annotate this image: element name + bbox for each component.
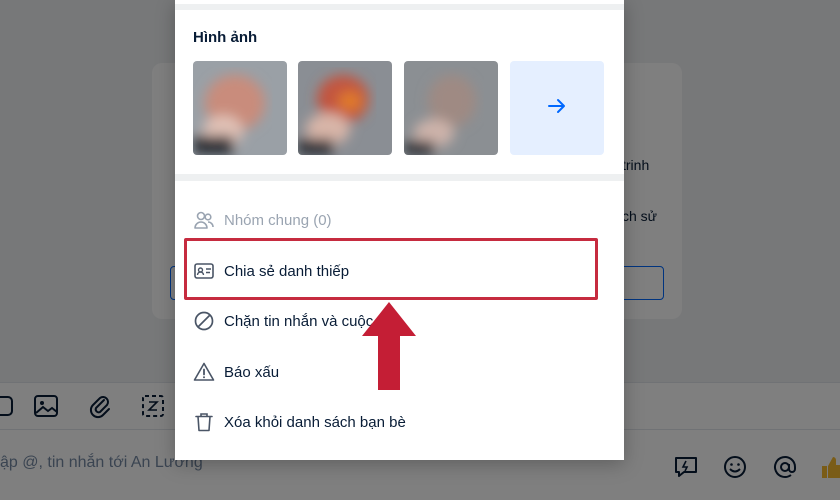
annotation-arrow-up-icon bbox=[362, 302, 416, 390]
media-thumbnail[interactable] bbox=[298, 61, 392, 155]
media-thumbnail[interactable] bbox=[193, 61, 287, 155]
block-icon bbox=[193, 310, 215, 332]
media-section-title: Hình ảnh bbox=[193, 29, 258, 46]
group-icon bbox=[193, 209, 215, 231]
menu-item-label: Xóa khỏi danh sách bạn bè bbox=[224, 413, 406, 431]
highlight-box bbox=[184, 238, 598, 300]
section-divider bbox=[175, 174, 624, 181]
menu-item-label: Báo xấu bbox=[224, 363, 280, 381]
menu-item-common-groups[interactable]: Nhóm chung (0) bbox=[175, 200, 624, 240]
menu-item-label: Nhóm chung (0) bbox=[224, 211, 332, 229]
warning-icon bbox=[193, 361, 215, 383]
panel-top-divider bbox=[175, 0, 624, 10]
media-thumbnail[interactable] bbox=[404, 61, 498, 155]
more-media-button[interactable] bbox=[510, 61, 604, 155]
arrow-right-icon bbox=[546, 95, 568, 122]
menu-item-remove-friend[interactable]: Xóa khỏi danh sách bạn bè bbox=[175, 402, 624, 442]
trash-icon bbox=[193, 411, 215, 433]
